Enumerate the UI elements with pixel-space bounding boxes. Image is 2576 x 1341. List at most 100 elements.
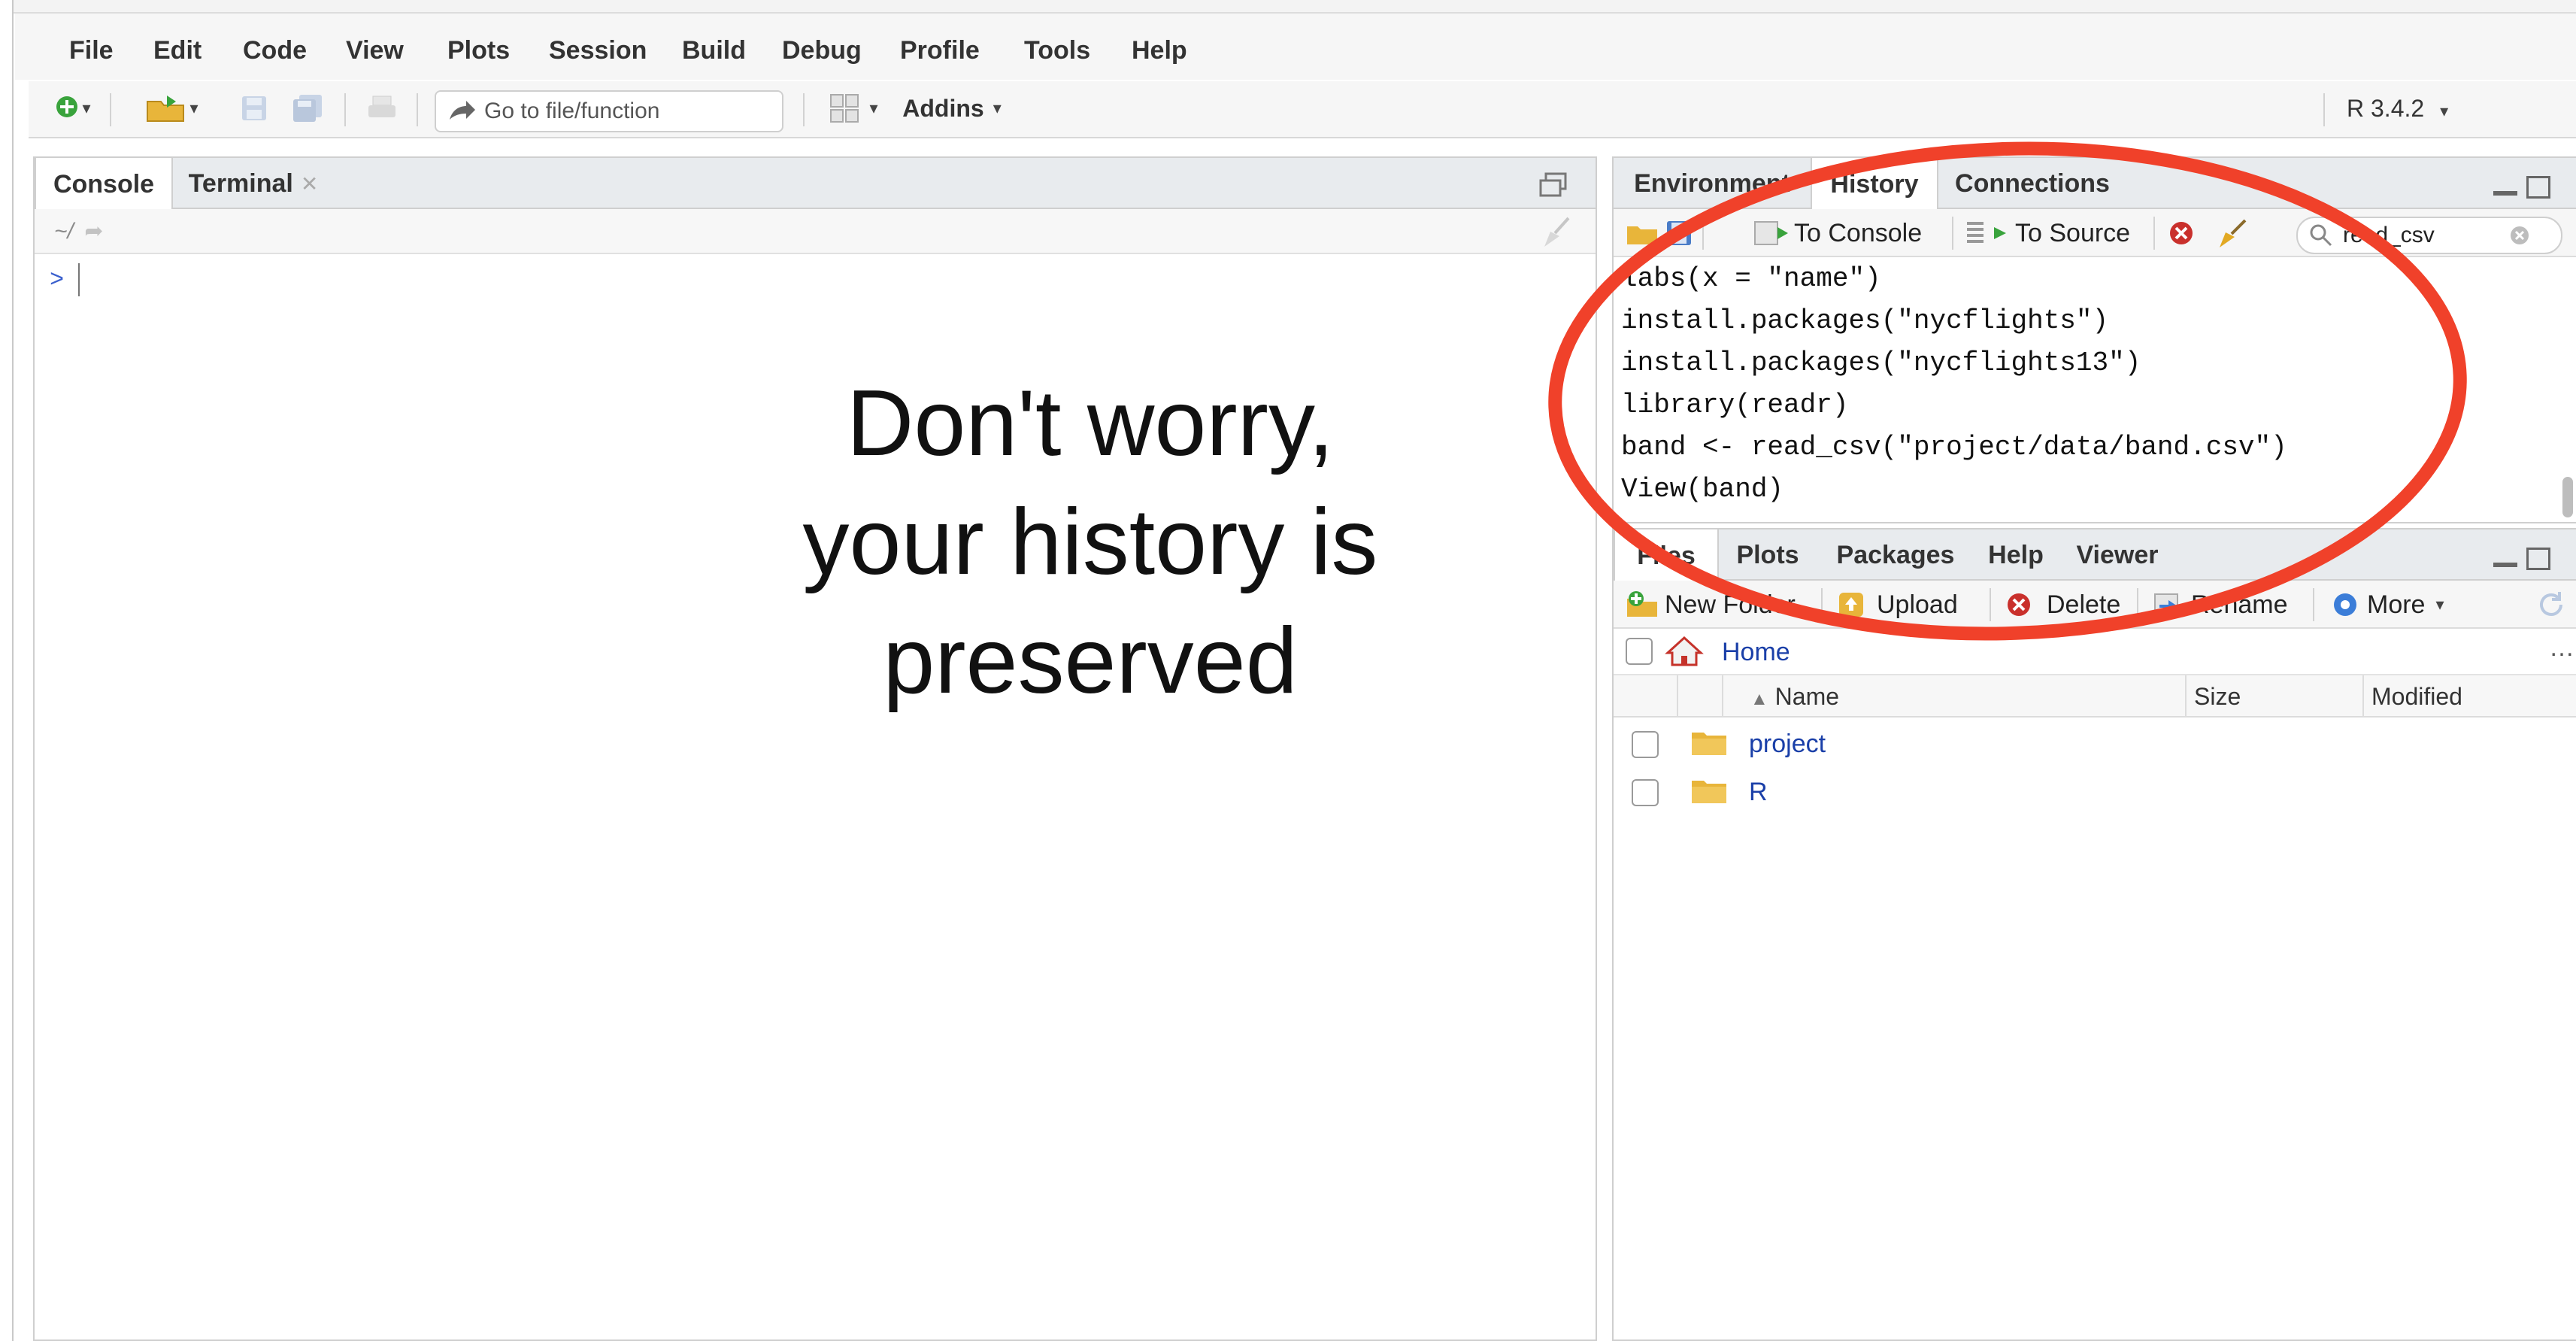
menu-tools[interactable]: Tools [1024, 36, 1090, 65]
save-button[interactable] [233, 87, 275, 129]
addins-button[interactable]: Addins ▾ [877, 87, 1027, 129]
new-folder-label: New Folder [1665, 590, 1796, 619]
to-console-icon [1754, 221, 1788, 245]
clear-search-icon[interactable] [2508, 224, 2531, 247]
minimize-icon [2493, 563, 2517, 567]
column-divider [1722, 675, 1723, 718]
file-name-link[interactable]: project [1749, 730, 1826, 759]
search-icon [2310, 224, 2332, 247]
tab-files-label: Files [1637, 541, 1696, 570]
clear-console-button[interactable] [1538, 214, 1574, 253]
print-button[interactable] [359, 87, 405, 129]
rename-button[interactable]: Rename [2152, 588, 2288, 621]
save-history-button[interactable] [1665, 217, 1693, 250]
row-checkbox[interactable] [1632, 731, 1659, 758]
upload-button[interactable]: Upload [1836, 588, 1958, 621]
menu-profile[interactable]: Profile [900, 36, 980, 65]
toolbar-separator [1990, 588, 1991, 621]
tab-files[interactable]: Files [1614, 529, 1719, 582]
menu-build[interactable]: Build [682, 36, 746, 65]
broom-icon [1544, 217, 1570, 247]
tab-packages[interactable]: Packages [1817, 529, 1974, 581]
menu-plots[interactable]: Plots [447, 36, 510, 65]
slide-caption: Don't worry, your history is preserved [677, 364, 1504, 721]
new-folder-button[interactable]: New Folder [1626, 588, 1796, 621]
table-row[interactable]: project [1614, 721, 2576, 769]
table-row[interactable]: R [1614, 769, 2576, 817]
save-all-button[interactable] [284, 87, 332, 129]
refresh-files-button[interactable] [2535, 588, 2567, 621]
tab-console-label: Console [53, 169, 155, 199]
tab-console[interactable]: Console [35, 158, 173, 211]
caption-line: your history is [802, 490, 1378, 594]
history-entry[interactable]: band <- read_csv("project/data/band.csv"… [1621, 432, 2287, 463]
to-source-button[interactable]: To Source [1965, 217, 2130, 250]
delete-button[interactable]: Delete [2005, 588, 2120, 621]
clear-history-button[interactable] [2215, 217, 2250, 250]
more-button[interactable]: More ▾ [2329, 588, 2444, 621]
menu-debug[interactable]: Debug [782, 36, 862, 65]
to-console-button[interactable]: To Console [1753, 217, 1922, 250]
tab-connections[interactable]: Connections [1938, 158, 2126, 209]
addins-label: Addins [902, 94, 984, 122]
toolbar-separator [417, 93, 418, 126]
menu-view[interactable]: View [346, 36, 404, 65]
files-toolbar: New Folder Upload Delete Rename More ▾ [1614, 581, 2576, 629]
gear-icon [2334, 593, 2356, 616]
arrow-right-icon[interactable]: ➦ [84, 219, 103, 244]
tab-plots[interactable]: Plots [1719, 529, 1817, 581]
go-to-file-input[interactable]: Go to file/function [435, 90, 783, 132]
history-search-input[interactable] [2341, 222, 2502, 249]
tab-connections-label: Connections [1955, 168, 2110, 198]
to-console-label: To Console [1794, 218, 1923, 247]
r-version-selector[interactable]: R 3.4.2 ▾ [2347, 95, 2448, 123]
caption-line: Don't worry, [846, 372, 1335, 475]
column-name-header[interactable]: ▲ Name [1750, 683, 1839, 711]
more-path-icon[interactable]: … [2549, 633, 2574, 663]
tab-viewer[interactable]: Viewer [2057, 529, 2177, 581]
open-folder-icon [147, 96, 185, 122]
column-size-header[interactable]: Size [2194, 683, 2241, 711]
window-left-border [0, 0, 14, 1341]
menu-edit[interactable]: Edit [153, 36, 202, 65]
history-toolbar: To Console To Source [1614, 209, 2576, 257]
close-icon[interactable]: ✕ [301, 171, 318, 196]
tab-help[interactable]: Help [1974, 529, 2057, 581]
new-file-icon [56, 96, 78, 117]
toolbar-separator [2313, 588, 2314, 621]
history-entry[interactable]: labs(x = "name") [1621, 263, 1881, 294]
new-file-button[interactable]: ▾ [47, 87, 99, 129]
row-checkbox[interactable] [1632, 779, 1659, 806]
history-entry[interactable]: library(readr) [1621, 390, 1848, 420]
maximize-icon [2526, 548, 2550, 570]
toolbar-separator [1952, 217, 1953, 250]
file-name-link[interactable]: R [1749, 778, 1768, 807]
chevron-down-icon: ▾ [82, 99, 91, 117]
rename-label: Rename [2191, 590, 2288, 619]
console-pane: Console Terminal ✕ ~/ ➦ > [33, 156, 1597, 1341]
popout-pane-button[interactable] [1538, 171, 1568, 202]
menu-code[interactable]: Code [243, 36, 307, 65]
history-entry[interactable]: install.packages("nycflights") [1621, 305, 2108, 336]
remove-history-entry-button[interactable] [2167, 217, 2196, 250]
save-icon [1667, 221, 1691, 245]
history-entry[interactable]: View(band) [1621, 474, 1784, 505]
open-file-button[interactable]: ▾ [134, 87, 209, 129]
tab-environment[interactable]: Environment [1614, 158, 1811, 209]
home-icon [1665, 636, 1704, 666]
console-input[interactable] [78, 263, 80, 296]
history-search[interactable] [2296, 217, 2562, 254]
menu-file[interactable]: File [69, 36, 114, 65]
toolbar-separator [2153, 217, 2155, 250]
select-all-checkbox[interactable] [1626, 638, 1653, 665]
history-entry[interactable]: install.packages("nycflights13") [1621, 347, 2141, 378]
load-history-button[interactable] [1626, 217, 1659, 250]
tab-terminal[interactable]: Terminal ✕ [174, 158, 332, 209]
menu-help[interactable]: Help [1132, 36, 1187, 65]
breadcrumb-home[interactable]: Home [1722, 638, 1790, 667]
menu-session[interactable]: Session [549, 36, 647, 65]
chevron-down-icon: ▾ [2435, 595, 2444, 614]
tab-history[interactable]: History [1811, 158, 1938, 211]
history-scrollbar[interactable] [2562, 477, 2573, 517]
column-modified-header[interactable]: Modified [2371, 683, 2462, 711]
